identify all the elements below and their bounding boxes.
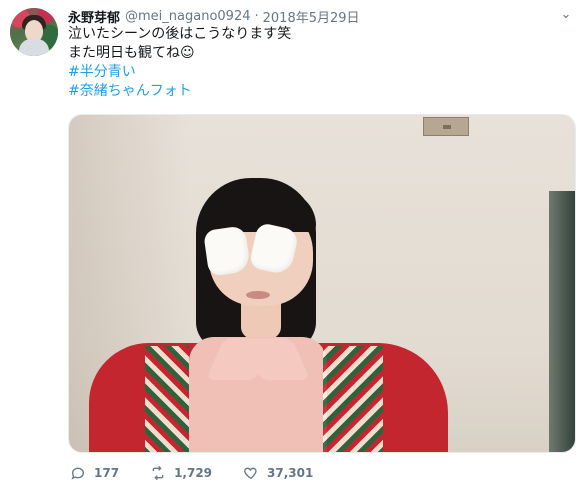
- reply-button[interactable]: 177: [70, 465, 119, 481]
- tweet-card: 永野芽郁 @mei_nagano0924 · 2018年5月29日 ⌄ 泣いたシ…: [0, 0, 582, 488]
- photo-wall-switch: [423, 117, 469, 136]
- reply-icon: [71, 467, 85, 480]
- photo-cardigan-pattern-left: [145, 346, 189, 452]
- like-count: 37,301: [267, 466, 314, 480]
- tweet-text-line: 泣いたシーンの後はこうなります笑: [68, 26, 292, 42]
- retweet-icon: [152, 465, 164, 481]
- tweet-date[interactable]: 2018年5月29日: [263, 7, 360, 26]
- reply-count: 177: [94, 466, 120, 480]
- separator-dot: ·: [254, 8, 259, 24]
- tweet-text-line: また明日も観てね☺: [68, 45, 195, 61]
- tweet-header: 永野芽郁 @mei_nagano0924 · 2018年5月29日: [68, 6, 360, 26]
- like-button[interactable]: 37,301: [243, 465, 313, 481]
- avatar-body: [19, 39, 49, 56]
- photo-dark-edge: [549, 191, 575, 452]
- photo-lips: [246, 291, 270, 299]
- hashtag-link[interactable]: #半分青い: [68, 63, 568, 82]
- author-handle[interactable]: @mei_nagano0924: [125, 9, 250, 24]
- tweet-actions: 177 1,729 37,301: [70, 464, 344, 482]
- avatar[interactable]: [10, 8, 58, 56]
- retweet-count: 1,729: [174, 466, 213, 480]
- heart-icon: [244, 467, 257, 480]
- author-name[interactable]: 永野芽郁: [68, 7, 120, 26]
- retweet-button[interactable]: 1,729: [150, 465, 212, 481]
- tweet-photo[interactable]: [68, 114, 576, 453]
- photo-cardigan-pattern-right: [323, 346, 383, 452]
- hashtag-link[interactable]: #奈緒ちゃんフォト: [68, 82, 568, 101]
- tweet-text: 泣いたシーンの後はこうなります笑 また明日も観てね☺ #半分青い #奈緒ちゃんフ…: [68, 25, 568, 101]
- chevron-down-icon[interactable]: ⌄: [559, 7, 573, 22]
